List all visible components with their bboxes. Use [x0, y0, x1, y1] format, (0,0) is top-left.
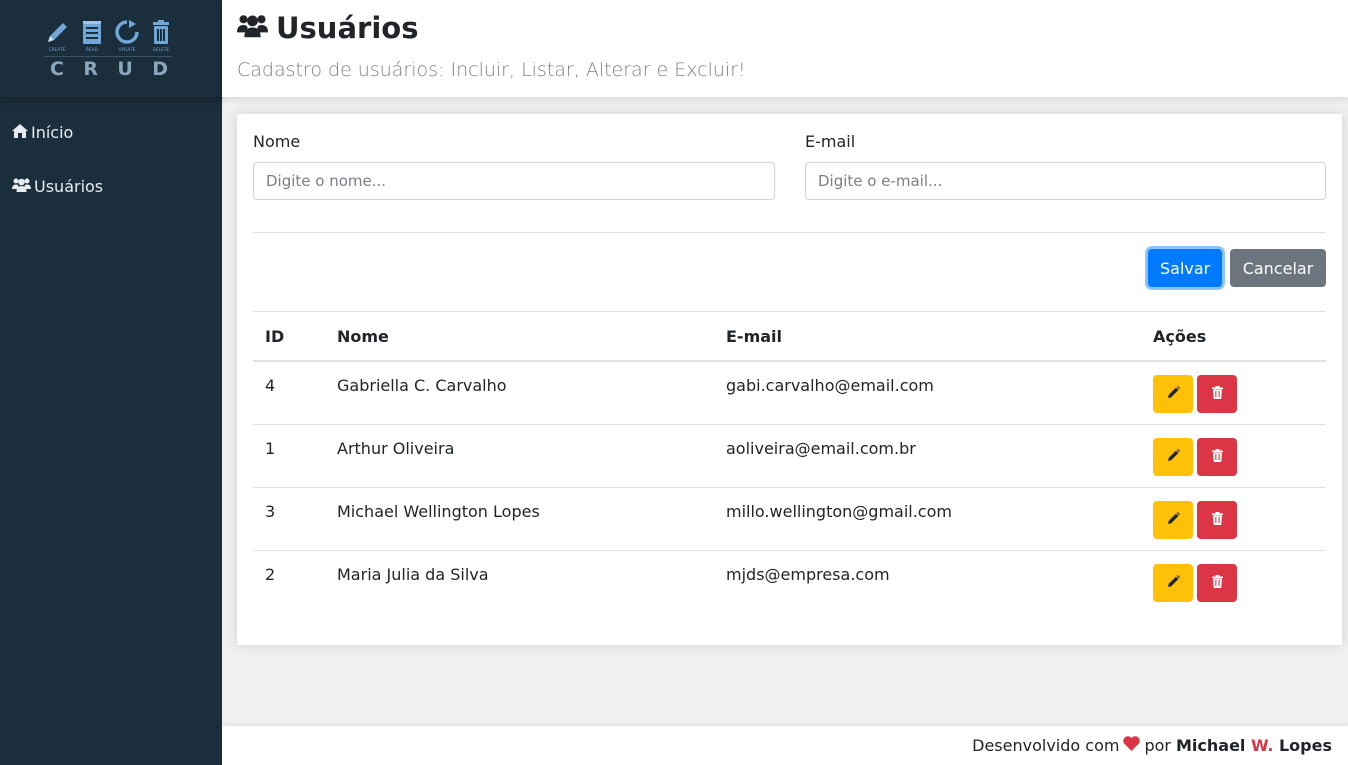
trash-icon: [1211, 448, 1223, 465]
edit-button[interactable]: [1153, 375, 1193, 413]
pencil-icon: [1167, 386, 1180, 402]
cell-email: aoliveira@email.com.br: [714, 423, 1141, 487]
delete-button[interactable]: [1197, 375, 1237, 413]
sidebar-item-label: Início: [31, 122, 74, 142]
footer-prefix: Desenvolvido com: [972, 736, 1120, 755]
update-refresh-icon: UPDATE: [114, 18, 140, 52]
home-icon: [12, 123, 31, 142]
edit-button[interactable]: [1153, 437, 1193, 476]
users-table: ID Nome E-mail Ações 4 Gabriella C. Carv…: [253, 312, 1326, 613]
logo-letter-c: C: [50, 58, 64, 80]
table-header: ID Nome E-mail Ações: [253, 312, 1326, 362]
author-middle: W.: [1250, 736, 1274, 755]
trash-icon: [1211, 511, 1223, 528]
email-label: E-mail: [805, 132, 856, 151]
pencil-icon: [1167, 511, 1180, 528]
logo-text: C R U D: [44, 58, 174, 80]
author-first: Michael: [1175, 736, 1246, 755]
cell-actions: [1141, 486, 1326, 550]
trash-icon: [1211, 574, 1223, 591]
cell-email: millo.wellington@gmail.com: [714, 486, 1141, 550]
cell-email: mjds@empresa.com: [714, 549, 1141, 613]
heart-icon: [1123, 736, 1141, 755]
column-header-email: E-mail: [714, 312, 1141, 362]
footer-middle: por: [1144, 736, 1171, 755]
cell-id: 3: [253, 486, 325, 550]
cell-name: Maria Julia da Silva: [325, 549, 714, 613]
sidebar: CREATE READ UPDATE DELETE C R U D Início…: [0, 0, 222, 765]
email-input[interactable]: [805, 162, 1326, 200]
form-divider: [253, 232, 1326, 233]
page-title-text: Usuários: [276, 11, 419, 45]
logo-caption-read: READ: [86, 47, 98, 52]
delete-button[interactable]: [1197, 563, 1237, 602]
edit-button[interactable]: [1153, 500, 1193, 539]
cell-actions: [1141, 361, 1326, 424]
logo-letter-u: U: [117, 58, 133, 80]
sidebar-item-label: Usuários: [34, 176, 104, 196]
name-label: Nome: [253, 132, 301, 151]
cell-name: Gabriella C. Carvalho: [337, 376, 507, 395]
pencil-icon: [1167, 448, 1180, 465]
users-icon: [12, 177, 34, 196]
cell-id: 1: [253, 423, 325, 487]
sidebar-item-usuarios[interactable]: Usuários: [0, 159, 222, 213]
cell-email: gabi.carvalho@email.com: [726, 376, 934, 395]
read-notepad-icon: READ: [79, 18, 105, 52]
table-row: 2 Maria Julia da Silva mjds@empresa.com: [253, 549, 1326, 613]
footer-author: Michael W. Lopes: [1176, 736, 1332, 755]
logo-caption-update: UPDATE: [118, 47, 136, 52]
logo-icons: CREATE READ UPDATE DELETE: [44, 18, 174, 52]
cell-actions: [1141, 423, 1326, 487]
cell-name: Arthur Oliveira: [325, 423, 714, 487]
logo-caption-create: CREATE: [48, 47, 66, 52]
author-last: Lopes: [1278, 736, 1332, 755]
save-button[interactable]: Salvar: [1148, 249, 1222, 287]
column-header-nome: Nome: [325, 312, 714, 362]
crud-logo[interactable]: CREATE READ UPDATE DELETE C R U D: [0, 0, 222, 97]
create-pencil-icon: CREATE: [44, 18, 70, 52]
footer-credit: Desenvolvido com por Michael W. Lopes: [972, 736, 1332, 755]
cell-actions: [1141, 549, 1326, 613]
logo-letter-d: D: [152, 58, 168, 80]
page-header: Usuários Cadastro de usuários: Incluir, …: [222, 0, 1348, 97]
sidebar-item-inicio[interactable]: Início: [0, 105, 222, 159]
delete-button[interactable]: [1197, 437, 1237, 476]
page-title: Usuários: [237, 11, 418, 45]
sidebar-nav: Início Usuários: [0, 97, 222, 213]
cell-id: 2: [253, 549, 325, 613]
cell-name: Michael Wellington Lopes: [325, 486, 714, 550]
edit-button[interactable]: [1153, 563, 1193, 602]
logo-caption-delete: DELETE: [152, 47, 170, 52]
cell-id: 4: [265, 376, 276, 395]
page-subtitle: Cadastro de usuários: Incluir, Listar, A…: [237, 59, 746, 81]
cancel-button[interactable]: Cancelar: [1230, 249, 1326, 287]
name-input[interactable]: [253, 162, 775, 200]
users-card: Nome E-mail Salvar Cancelar ID Nome E-ma…: [237, 114, 1342, 645]
column-header-acoes: Ações: [1141, 312, 1326, 362]
logo-divider: [44, 56, 172, 57]
delete-button[interactable]: [1197, 500, 1237, 539]
table-row: 1 Arthur Oliveira aoliveira@email.com.br: [253, 423, 1326, 487]
delete-trash-icon: DELETE: [148, 18, 174, 52]
page-footer: Desenvolvido com por Michael W. Lopes: [222, 726, 1348, 765]
logo-letter-r: R: [83, 58, 98, 80]
table-row: 3 Michael Wellington Lopes millo.welling…: [253, 486, 1326, 550]
column-header-id: ID: [253, 312, 325, 362]
trash-icon: [1211, 386, 1223, 402]
table-row: 4 Gabriella C. Carvalho gabi.carvalho@em…: [253, 361, 1326, 424]
pencil-icon: [1167, 574, 1180, 591]
users-icon: [237, 11, 276, 45]
